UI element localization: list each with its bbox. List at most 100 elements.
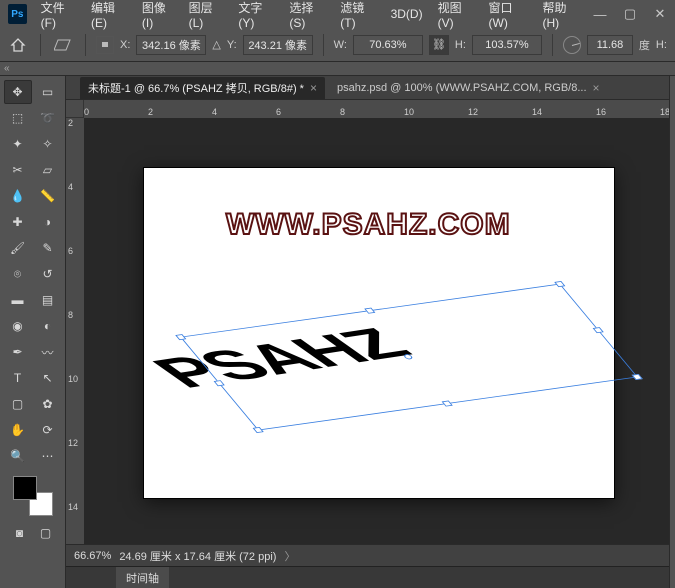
quick-mask-button[interactable]: ◙ xyxy=(9,522,31,544)
rectangle-icon: ▢ xyxy=(12,397,23,411)
menu-item-i[interactable]: 图像(I) xyxy=(136,0,180,33)
rotate-view-tool[interactable]: ⟳ xyxy=(34,418,62,442)
tab-close-icon[interactable]: × xyxy=(593,81,600,95)
w-label: W: xyxy=(334,39,347,51)
separator xyxy=(323,34,324,56)
zoom-tool[interactable]: 🔍 xyxy=(4,444,32,468)
edit-toolbar-icon: ⋯ xyxy=(42,449,54,463)
tabs-flyout-toggle[interactable]: « xyxy=(0,62,675,76)
zoom-level[interactable]: 66.67% xyxy=(74,550,111,562)
menu-item-w[interactable]: 窗口(W) xyxy=(483,0,534,33)
x-input[interactable] xyxy=(136,35,206,55)
menu-item-y[interactable]: 文字(Y) xyxy=(232,0,280,33)
h-input[interactable] xyxy=(472,35,542,55)
path-select-tool[interactable]: ↖ xyxy=(34,366,62,390)
blur-tool[interactable]: ◉ xyxy=(4,314,32,338)
custom-shape-tool[interactable]: ✿ xyxy=(34,392,62,416)
transform-mode-icon[interactable] xyxy=(51,33,75,57)
pen-icon: ✒ xyxy=(12,345,22,359)
color-swatches[interactable] xyxy=(13,476,53,516)
lasso-icon: ➰ xyxy=(40,111,55,125)
ruler-tool[interactable]: 📏 xyxy=(34,184,62,208)
ruler-origin[interactable] xyxy=(66,100,84,118)
ruler-tick: 18 xyxy=(660,107,669,117)
menu-item-e[interactable]: 编辑(E) xyxy=(85,0,133,33)
ruler-tick: 6 xyxy=(68,246,73,256)
patch-tool[interactable]: ◑ xyxy=(34,210,62,234)
ruler-horizontal[interactable]: 02468101214161820222426 xyxy=(84,100,669,118)
menu-item-dd[interactable]: 3D(D) xyxy=(385,4,429,24)
brush-tool[interactable]: 🖌 xyxy=(4,236,32,260)
menu-item-l[interactable]: 图层(L) xyxy=(183,0,230,33)
screen-mode-button[interactable]: ▢ xyxy=(35,522,57,544)
eyedropper-tool[interactable]: 💧 xyxy=(4,184,32,208)
menu-item-f[interactable]: 文件(F) xyxy=(35,0,82,33)
right-panel-dock[interactable] xyxy=(669,76,675,588)
w-input[interactable] xyxy=(353,35,423,55)
crop-icon: ✂ xyxy=(12,163,22,177)
freeform-pen-icon: 〰 xyxy=(41,344,53,361)
delta-icon[interactable]: △ xyxy=(212,38,220,51)
angle-dial[interactable] xyxy=(563,36,581,54)
type-tool[interactable]: T xyxy=(4,366,32,390)
edit-toolbar-tool[interactable]: ⋯ xyxy=(34,444,62,468)
pen-tool[interactable]: ✒ xyxy=(4,340,32,364)
brush-icon: 🖌 xyxy=(10,241,25,255)
perspective-crop-tool[interactable]: ▱ xyxy=(34,158,62,182)
artboard-icon: ▭ xyxy=(42,85,53,99)
history-brush-tool[interactable]: ↺ xyxy=(34,262,62,286)
ruler-tick: 0 xyxy=(84,107,89,117)
dodge-tool[interactable]: ◐ xyxy=(34,314,62,338)
maximize-button[interactable]: ▢ xyxy=(615,1,645,27)
marquee-tool[interactable]: ⬚ xyxy=(4,106,32,130)
ruler-tick: 16 xyxy=(596,107,606,117)
clone-tool[interactable]: ⌾ xyxy=(4,262,32,286)
menu-item-t[interactable]: 滤镜(T) xyxy=(334,0,381,33)
timeline-tab[interactable]: 时间轴 xyxy=(116,567,169,588)
lasso-tool[interactable]: ➰ xyxy=(34,106,62,130)
move-tool[interactable]: ✥ xyxy=(4,80,32,104)
ruler-tick: 4 xyxy=(212,107,217,117)
quick-select-tool[interactable]: ✦ xyxy=(4,132,32,156)
crop-tool[interactable]: ✂ xyxy=(4,158,32,182)
document-tab[interactable]: 未标题-1 @ 66.7% (PSAHZ 拷贝, RGB/8#) *× xyxy=(80,77,325,99)
link-wh-button[interactable]: ⛓ xyxy=(429,35,449,55)
home-button[interactable] xyxy=(6,33,30,57)
rectangle-tool[interactable]: ▢ xyxy=(4,392,32,416)
hand-tool[interactable]: ✋ xyxy=(4,418,32,442)
foreground-swatch[interactable] xyxy=(13,476,37,500)
menu-item-s[interactable]: 选择(S) xyxy=(283,0,331,33)
document-dimensions[interactable]: 24.69 厘米 x 17.64 厘米 (72 ppi) xyxy=(119,548,276,564)
titlebar: Ps 文件(F)编辑(E)图像(I)图层(L)文字(Y)选择(S)滤镜(T)3D… xyxy=(0,0,675,28)
menubar: 文件(F)编辑(E)图像(I)图层(L)文字(Y)选择(S)滤镜(T)3D(D)… xyxy=(35,0,585,33)
menu-item-v[interactable]: 视图(V) xyxy=(432,0,480,33)
ruler-vertical[interactable]: 246810121416 xyxy=(66,118,84,544)
marquee-icon: ⬚ xyxy=(12,111,23,125)
options-bar: X: △ Y: W: ⛓ H: 度 H: xyxy=(0,28,675,62)
rotate-view-icon: ⟳ xyxy=(42,423,52,437)
freeform-pen-tool[interactable]: 〰 xyxy=(34,340,62,364)
artboard-tool[interactable]: ▭ xyxy=(34,80,62,104)
canvas-viewport[interactable]: WWW.PSAHZ.COM PSAHZ xyxy=(84,118,669,544)
transform-handle-br[interactable] xyxy=(632,374,643,380)
pencil-tool[interactable]: ✎ xyxy=(34,236,62,260)
window-controls: — ▢ ✕ xyxy=(585,1,675,27)
skew-icon xyxy=(54,38,72,52)
gradient-tool[interactable]: ▤ xyxy=(34,288,62,312)
document-tabs: 未标题-1 @ 66.7% (PSAHZ 拷贝, RGB/8#) *×psahz… xyxy=(66,76,669,100)
ruler-tick: 12 xyxy=(68,438,78,448)
close-button[interactable]: ✕ xyxy=(645,1,675,27)
minimize-button[interactable]: — xyxy=(585,1,615,27)
angle-input[interactable] xyxy=(587,35,633,55)
transform-handle-center[interactable] xyxy=(403,354,414,360)
status-menu-caret[interactable]: 〉 xyxy=(284,548,295,564)
spot-heal-tool[interactable]: ✚ xyxy=(4,210,32,234)
ruler-tick: 14 xyxy=(532,107,542,117)
document-tab[interactable]: psahz.psd @ 100% (WWW.PSAHZ.COM, RGB/8..… xyxy=(329,77,608,99)
y-input[interactable] xyxy=(243,35,313,55)
magic-wand-tool[interactable]: ✧ xyxy=(34,132,62,156)
tab-close-icon[interactable]: × xyxy=(310,81,317,95)
menu-item-h[interactable]: 帮助(H) xyxy=(536,0,585,33)
ref-point-icon[interactable] xyxy=(96,36,114,54)
eraser-tool[interactable]: ▬ xyxy=(4,288,32,312)
